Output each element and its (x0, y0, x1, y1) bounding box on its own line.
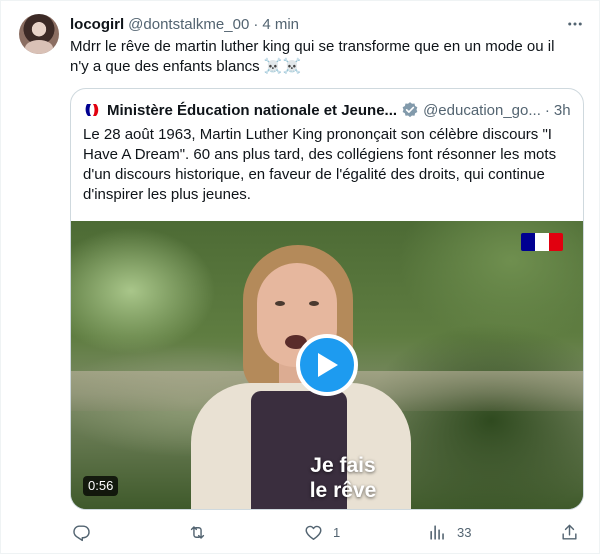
tweet-text: Mdrr le rêve de martin luther king qui s… (70, 38, 555, 75)
more-icon[interactable] (563, 12, 587, 36)
like-button[interactable]: 1 (304, 520, 340, 544)
video-caption-line: Je fais (310, 454, 376, 477)
timestamp[interactable]: 4 min (262, 16, 299, 33)
retweet-button[interactable] (188, 520, 217, 544)
separator-dot: · (544, 101, 550, 119)
video-subject-eye (275, 301, 285, 306)
quoted-timestamp[interactable]: 3h (554, 102, 571, 119)
avatar[interactable] (19, 14, 59, 54)
video-duration: 0:56 (83, 476, 119, 496)
quoted-tweet-text: Le 28 août 1963, Martin Luther King pron… (83, 126, 557, 203)
tweet[interactable]: locogirl @dontstalkme_00 · 4 min Mdrr le… (0, 0, 600, 554)
play-button[interactable] (296, 334, 358, 396)
french-flag-icon (521, 233, 563, 251)
author-handle[interactable]: @dontstalkme_00 (128, 16, 249, 33)
quoted-author-name[interactable]: Ministère Éducation nationale et Jeune..… (107, 102, 397, 119)
video-player[interactable]: Je fais le rêve 0:56 (71, 221, 583, 509)
quoted-tweet[interactable]: Ministère Éducation nationale et Jeune..… (70, 88, 584, 510)
play-icon (318, 353, 338, 377)
like-icon (305, 525, 322, 540)
like-count: 1 (333, 524, 341, 540)
quoted-tweet-header: Ministère Éducation nationale et Jeune..… (83, 100, 571, 120)
separator-dot: · (253, 15, 259, 33)
share-icon (562, 524, 577, 540)
reply-button[interactable] (72, 520, 101, 544)
tweet-actions: 1 33 (70, 520, 584, 544)
verified-badge-icon (401, 101, 419, 119)
tweet-header: locogirl @dontstalkme_00 · 4 min (70, 14, 299, 34)
video-caption: Je fais le rêve (293, 453, 393, 503)
views-count: 33 (457, 524, 472, 540)
marianne-logo-icon (83, 101, 101, 119)
views-icon (430, 524, 444, 540)
author-name[interactable]: locogirl (70, 16, 124, 33)
reply-icon (73, 524, 90, 541)
share-button[interactable] (560, 520, 579, 544)
video-caption-line: le rêve (309, 479, 377, 502)
video-subject-eye (309, 301, 319, 306)
views-button[interactable]: 33 (428, 520, 471, 544)
quoted-author-handle[interactable]: @education_go... (423, 102, 541, 119)
retweet-icon (190, 525, 205, 539)
